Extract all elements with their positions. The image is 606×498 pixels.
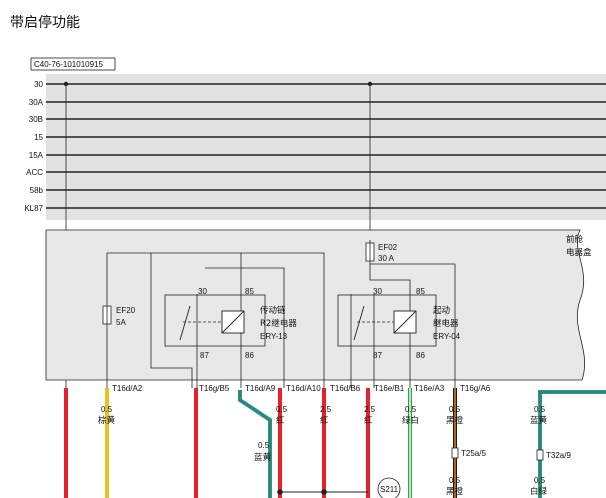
lower-connector: T25a/5 [461,449,486,458]
bus-label: KL87 [24,204,43,213]
relay-ery04-pin30: 30 [373,287,382,296]
wire-color: 蓝黄 [530,415,548,426]
relay-ery04-id: ERY-04 [433,332,461,341]
wiring-diagram: 带启停功能 C40-76-101010915 30 30A 30B 15 15A… [10,14,606,498]
wire-gauge: 0.5 [405,405,417,414]
fuse-ef20-name: EF20 [116,306,136,315]
wire-color: 红 [320,415,329,426]
bus-label: 15A [29,151,44,160]
relay-ery13-pin87: 87 [200,351,209,360]
connector-label: T16d/A9 [245,384,276,393]
bus-label: 30B [29,115,43,124]
relay-ery13-id: ERY-13 [260,332,288,341]
connector-label: T16e/B1 [374,384,405,393]
wire-gauge: 0.5 [449,405,461,414]
junction-node [277,489,283,495]
connector-label: T16g/B5 [199,384,230,393]
relay-ery04-name: 起动 [433,305,451,316]
relay-ery13-pin86: 86 [245,351,254,360]
bus-node [367,81,373,87]
diagram-title: 带启停功能 [10,14,80,31]
bus-label: 30 [34,80,43,89]
relay-ery13-type: R2继电器 [260,318,297,329]
connector-labels: T16d/A2 T16g/B5 T16d/A9 T16d/A10 T16d/B6… [112,384,491,393]
wire-color: 黑橙 [446,415,464,426]
wire-blue-yellow-right [538,390,606,498]
fuse-ef20-rating: 5A [116,318,126,327]
relay-ery13-pin30: 30 [198,287,207,296]
relay-ery04-pin85: 85 [416,287,425,296]
connector-t32a-symbol [536,449,544,461]
relay-ery04-pin87: 87 [373,351,382,360]
junction-node [321,489,327,495]
bus-labels: 30 30A 30B 15 15A ACC 58b KL87 [24,80,43,213]
wire-gauge: 0.5 [276,405,288,414]
lower-wire-color: 黑橙 [446,486,464,497]
connector-label: T16d/A2 [112,384,143,393]
wire-gauge: 0.5 [101,405,113,414]
relay-ery13-pin85: 85 [245,287,254,296]
bus-bar-area [46,74,606,220]
bus-label: 58b [30,186,44,195]
wire-gauge: 2.5 [320,405,332,414]
connector-label: T16d/A10 [286,384,321,393]
connector-label: T16d/B6 [330,384,361,393]
lower-wire-gauge: 0.5 [534,476,546,485]
box-label-line1: 前舱 [566,234,584,245]
lower-connector: T32a/9 [546,451,571,460]
fuse-ef02-rating: 30 A [378,254,395,263]
relay-ery04-pin86: 86 [416,351,425,360]
bus-label: 15 [34,133,43,142]
wire-color: 红 [364,415,373,426]
front-fuse-box [45,229,586,381]
wire-color: 棕黄 [98,415,116,426]
wires [64,388,606,498]
wire-gauge: 0.5 [258,441,270,450]
bus-label: 30A [29,98,44,107]
wire-color: 绿白 [402,415,419,426]
lower-wire-color: 白绿 [530,486,548,497]
bus-label: ACC [26,168,43,177]
box-label-line2: 电器盒 [566,247,592,258]
wire-color: 蓝黄 [254,452,272,463]
wire-color: 红 [276,415,285,426]
bus-node [63,81,69,87]
splice-label: S211 [380,485,399,494]
fuse-ef02-name: EF02 [378,243,398,252]
connector-label: T16g/A6 [460,384,491,393]
doc-code: C40-76-101010915 [34,60,103,69]
wire-gauge: 2.5 [364,405,376,414]
relay-ery13-name: 传动链 [260,305,286,316]
connector-t25a-symbol [451,447,459,459]
connector-label: T16e/A3 [414,384,445,393]
lower-wire-gauge: 0.5 [449,476,461,485]
relay-ery04-type: 继电器 [433,318,459,329]
wire-gauge: 0.5 [534,405,546,414]
